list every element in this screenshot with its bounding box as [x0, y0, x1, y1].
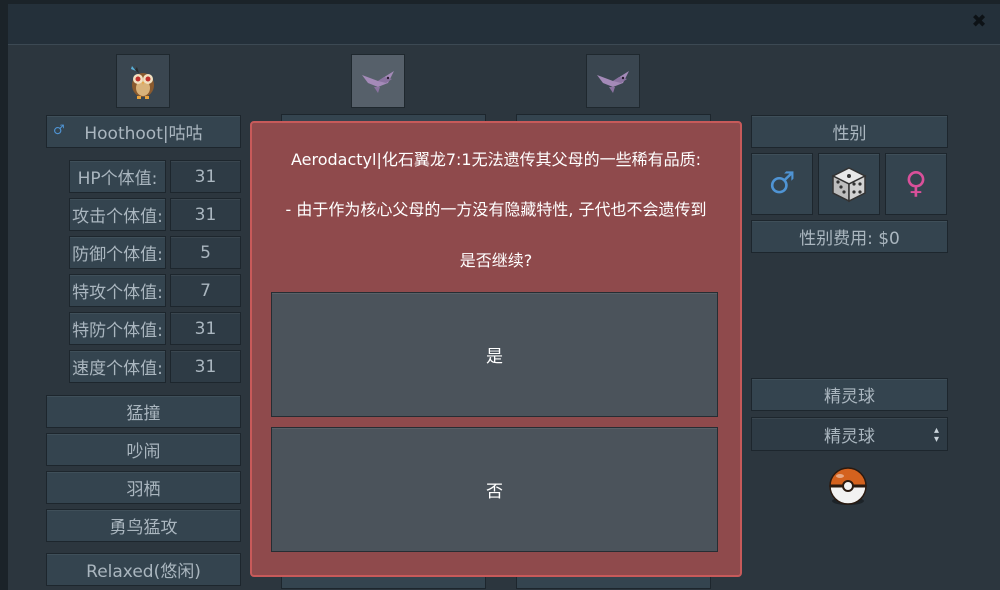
male-gender-button[interactable]: ♂ — [751, 153, 813, 215]
ball-header-label: 精灵球 — [824, 387, 875, 407]
dialog-message-line-1: Aerodactyl|化石翼龙7:1无法遗传其父母的一些稀有品质: — [290, 150, 701, 169]
nature-label: Relaxed(悠闲) — [86, 562, 201, 582]
gender-cost-label-box: 性别费用: $0 — [751, 220, 948, 253]
iv-label-box: 防御个体值: — [69, 236, 166, 269]
iv-label-box: 速度个体值: — [69, 350, 166, 383]
ball-header: 精灵球 — [751, 378, 948, 411]
move-2-button[interactable]: 吵闹 — [46, 433, 241, 466]
ball-select[interactable]: 精灵球 ▴ ▾ — [751, 417, 948, 451]
ball-select-value: 精灵球 — [824, 426, 875, 447]
female-gender-button[interactable]: ♀ — [885, 153, 947, 215]
iv-value-input[interactable]: 31 — [170, 312, 241, 345]
parent-slot-aerodactyl-left[interactable] — [351, 54, 405, 108]
iv-value-input[interactable]: 31 — [170, 160, 241, 193]
pokemon-name-label: Hoothoot|咕咕 — [84, 124, 203, 144]
iv-value-input[interactable]: 31 — [170, 198, 241, 231]
iv-value: 31 — [194, 204, 217, 225]
iv-value: 31 — [194, 356, 217, 377]
select-arrows-icon: ▴ ▾ — [933, 425, 939, 445]
iv-label: 防御个体值: — [72, 245, 163, 265]
gender-header: 性别 — [751, 115, 948, 148]
iv-label-box: 特防个体值: — [69, 312, 166, 345]
iv-label: HP个体值: — [77, 169, 158, 189]
close-icon[interactable]: ✖ — [970, 13, 988, 31]
move-4-label: 勇鸟猛攻 — [109, 518, 178, 538]
pterodactyl-pokemon-icon — [597, 71, 629, 93]
breeding-window: ✖ ♂ Hoothoot|咕咕 HP个体值: 31 攻击个体值: 31 防御个体… — [8, 4, 1000, 590]
title-bar: ✖ — [8, 4, 1000, 45]
move-3-label: 羽栖 — [126, 480, 161, 500]
iv-label: 攻击个体值: — [72, 207, 163, 227]
random-gender-button[interactable] — [818, 153, 880, 215]
gender-cost-label: 性别费用: $0 — [799, 229, 900, 249]
iv-label-box: 特攻个体值: — [69, 274, 166, 307]
parent-slot-aerodactyl-right[interactable] — [586, 54, 640, 108]
no-button-label: 否 — [486, 482, 503, 502]
dialog-message-line-2: - 由于作为核心父母的一方没有隐藏特性, 子代也不会遗传到 — [285, 200, 707, 219]
male-icon: ♂ — [768, 166, 796, 201]
iv-value: 5 — [200, 242, 211, 263]
dice-icon — [831, 167, 867, 203]
iv-value: 7 — [200, 280, 211, 301]
no-button[interactable]: 否 — [271, 427, 718, 552]
iv-value-input[interactable]: 7 — [170, 274, 241, 307]
iv-value: 31 — [194, 166, 217, 187]
iv-label: 特防个体值: — [72, 321, 163, 341]
iv-label: 速度个体值: — [72, 359, 163, 379]
iv-label-box: HP个体值: — [69, 160, 166, 193]
iv-value: 31 — [194, 318, 217, 339]
move-4-button[interactable]: 勇鸟猛攻 — [46, 509, 241, 542]
iv-value-input[interactable]: 31 — [170, 350, 241, 383]
poke-ball-icon — [829, 467, 867, 505]
pokemon-name-button[interactable]: ♂ Hoothoot|咕咕 — [46, 115, 241, 148]
female-icon: ♀ — [905, 166, 927, 201]
iv-label: 特攻个体值: — [72, 283, 163, 303]
move-1-button[interactable]: 猛撞 — [46, 395, 241, 428]
yes-button[interactable]: 是 — [271, 292, 718, 417]
move-2-label: 吵闹 — [126, 442, 161, 462]
iv-value-input[interactable]: 5 — [170, 236, 241, 269]
move-1-label: 猛撞 — [126, 404, 161, 424]
male-icon: ♂ — [53, 123, 65, 138]
confirm-dialog: Aerodactyl|化石翼龙7:1无法遗传其父母的一些稀有品质: - 由于作为… — [250, 121, 742, 577]
parent-slot-hoothoot[interactable] — [116, 54, 170, 108]
dialog-question: 是否继续? — [459, 251, 533, 270]
iv-label-box: 攻击个体值: — [69, 198, 166, 231]
pterodactyl-pokemon-icon — [362, 71, 394, 93]
gender-header-label: 性别 — [832, 124, 867, 144]
nature-button[interactable]: Relaxed(悠闲) — [46, 553, 241, 586]
owl-pokemon-icon — [131, 66, 154, 99]
move-3-button[interactable]: 羽栖 — [46, 471, 241, 504]
yes-button-label: 是 — [486, 347, 503, 367]
